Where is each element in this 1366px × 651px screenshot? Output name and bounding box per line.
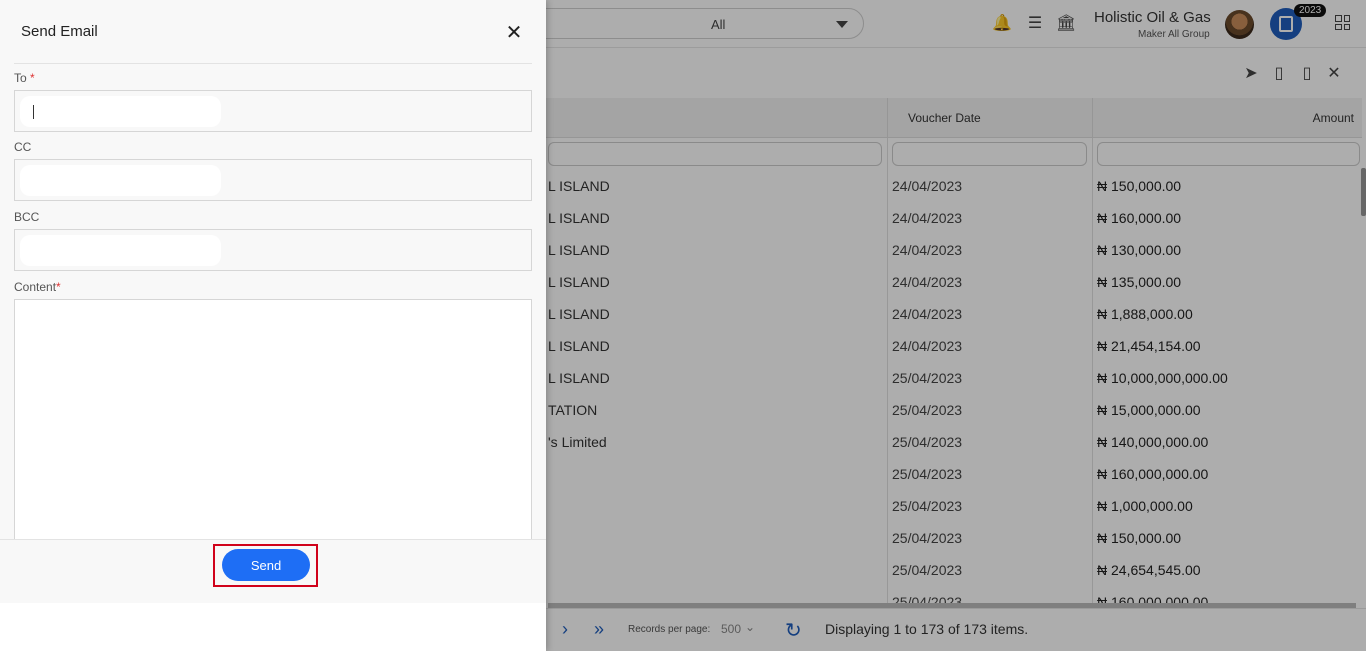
bcc-input[interactable] — [20, 235, 221, 266]
send-email-drawer: Send Email ✕ To * CC BCC Content* Send — [0, 0, 546, 651]
drawer-body: Send Email ✕ To * CC BCC Content* Send — [0, 0, 546, 603]
required-mark: * — [56, 280, 61, 294]
required-mark: * — [30, 71, 35, 85]
cc-input[interactable] — [20, 165, 221, 196]
content-textarea[interactable] — [15, 300, 531, 539]
drawer-footer: Send — [0, 539, 546, 603]
to-input[interactable] — [20, 96, 221, 127]
content-label: Content* — [14, 280, 61, 294]
text-cursor — [33, 105, 34, 119]
to-label: To * — [14, 71, 35, 85]
to-field-container — [14, 90, 532, 132]
content-field-container — [14, 299, 532, 539]
divider — [14, 63, 532, 64]
cc-label: CC — [14, 140, 32, 154]
cc-field-container — [14, 159, 532, 201]
bcc-label: BCC — [14, 210, 40, 224]
content-label-text: Content — [14, 280, 57, 294]
bcc-field-container — [14, 229, 532, 271]
close-drawer-button[interactable]: ✕ — [505, 23, 523, 43]
to-label-text: To — [14, 71, 27, 85]
drawer-title: Send Email — [21, 23, 98, 40]
send-button[interactable]: Send — [222, 549, 310, 581]
